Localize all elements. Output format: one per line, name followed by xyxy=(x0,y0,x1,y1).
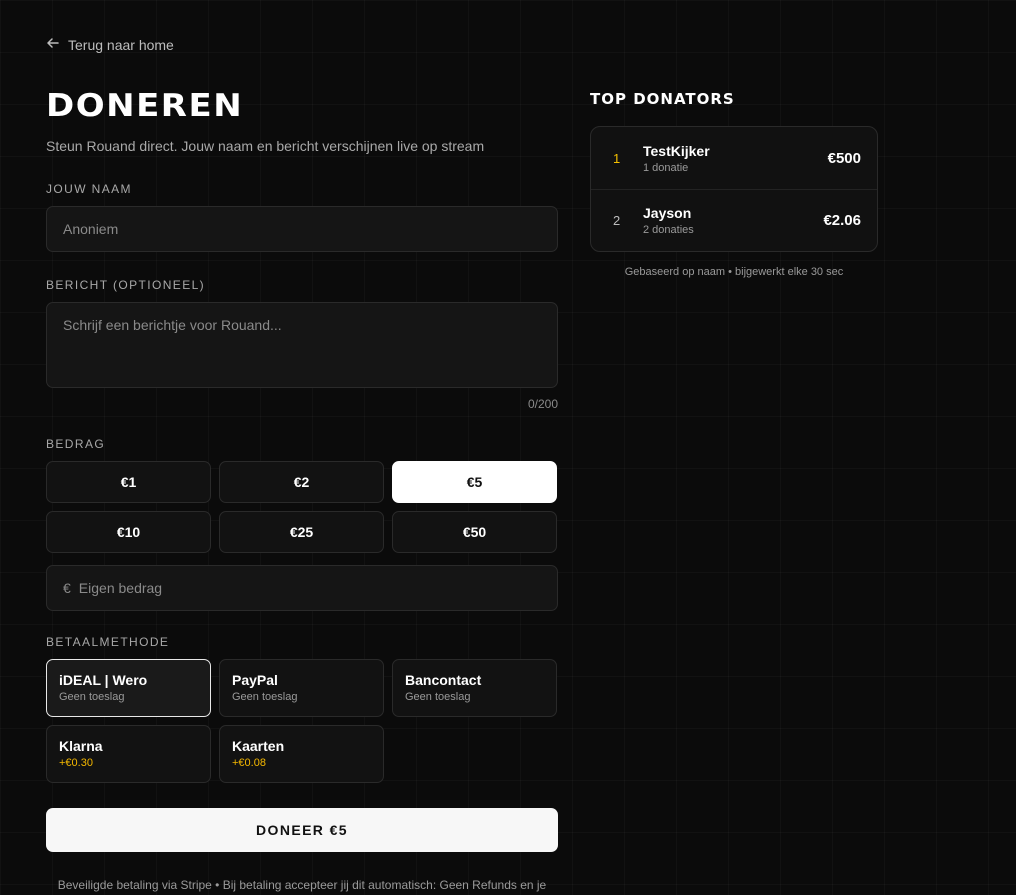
rank: 2 xyxy=(613,213,621,228)
name-label: JOUW NAAM xyxy=(46,182,132,196)
method-fee: +€0.30 xyxy=(59,757,93,769)
method-kaarten[interactable]: Kaarten +€0.08 xyxy=(219,725,384,783)
back-link-label: Terug naar home xyxy=(68,36,174,53)
amount-label: BEDRAG xyxy=(46,437,106,451)
method-fee: Geen toeslag xyxy=(59,691,125,703)
name-placeholder: Anoniem xyxy=(63,221,119,237)
page-subtitle: Steun Rouand direct. Jouw naam en berich… xyxy=(46,138,485,154)
method-fee: Geen toeslag xyxy=(232,691,298,703)
method-name: Kaarten xyxy=(232,738,285,754)
back-to-home-link[interactable]: Terug naar home xyxy=(46,36,174,53)
method-klarna[interactable]: Klarna +€0.30 xyxy=(46,725,211,783)
message-textarea[interactable]: Schrijf een berichtje voor Rouand... xyxy=(46,302,558,388)
method-name: Klarna xyxy=(59,738,103,754)
currency-symbol: € xyxy=(63,580,71,596)
message-placeholder: Schrijf een berichtje voor Rouand... xyxy=(63,317,282,333)
method-ideal-wero[interactable]: iDEAL | Wero Geen toeslag xyxy=(46,659,211,717)
amount-options: €1 €2 €5 €10 €25 €50 xyxy=(46,461,558,553)
method-fee: Geen toeslag xyxy=(405,691,471,703)
top-donators-panel: TOP DONATORS 1 TestKijker 1 donatie €500… xyxy=(590,90,878,278)
amount-button-10[interactable]: €10 xyxy=(46,511,211,553)
arrow-left-icon xyxy=(46,36,60,53)
donor-name: Jayson xyxy=(643,205,692,221)
donate-button[interactable]: DONEER €5 xyxy=(46,808,558,852)
amount-button-50[interactable]: €50 xyxy=(392,511,557,553)
donation-count: 2 donaties xyxy=(643,224,694,236)
page-title: DONEREN xyxy=(46,87,244,125)
payment-method-label: BETAALMETHODE xyxy=(46,635,170,649)
payment-methods: iDEAL | Wero Geen toeslag PayPal Geen to… xyxy=(46,659,558,783)
donor-name: TestKijker xyxy=(643,142,710,159)
leaderboard: 1 TestKijker 1 donatie €500 2 Jayson 2 d… xyxy=(590,126,878,252)
donation-count: 1 donatie xyxy=(643,161,689,174)
amount-button-5[interactable]: €5 xyxy=(392,461,557,503)
method-name: Bancontact xyxy=(405,672,482,688)
method-paypal[interactable]: PayPal Geen toeslag xyxy=(219,659,384,717)
method-bancontact[interactable]: Bancontact Geen toeslag xyxy=(392,659,557,717)
custom-amount-input[interactable]: € Eigen bedrag xyxy=(46,565,558,611)
amount-button-2[interactable]: €2 xyxy=(219,461,384,503)
custom-amount-placeholder: Eigen bedrag xyxy=(78,580,163,596)
message-label: BERICHT (OPTIONEEL) xyxy=(46,278,206,292)
donor-amount: €2.06 xyxy=(823,212,861,229)
method-name: iDEAL | Wero xyxy=(59,672,148,688)
method-fee: +€0.08 xyxy=(232,757,266,769)
top-donators-title: TOP DONATORS xyxy=(590,90,735,108)
leaderboard-row: 2 Jayson 2 donaties €2.06 xyxy=(591,189,877,251)
method-name: PayPal xyxy=(232,672,278,688)
message-counter: 0/200 xyxy=(527,397,558,411)
amount-button-25[interactable]: €25 xyxy=(219,511,384,553)
amount-button-1[interactable]: €1 xyxy=(46,461,211,503)
rank: 1 xyxy=(613,150,621,166)
donation-form: DONEREN Steun Rouand direct. Jouw naam e… xyxy=(46,86,558,895)
legal-text: Beveiligde betaling via Stripe • Bij bet… xyxy=(57,878,547,895)
name-input[interactable]: Anoniem xyxy=(46,206,558,252)
leaderboard-note: Gebaseerd op naam • bijgewerkt elke 30 s… xyxy=(624,266,844,278)
leaderboard-row: 1 TestKijker 1 donatie €500 xyxy=(591,127,877,189)
donor-amount: €500 xyxy=(827,149,861,167)
